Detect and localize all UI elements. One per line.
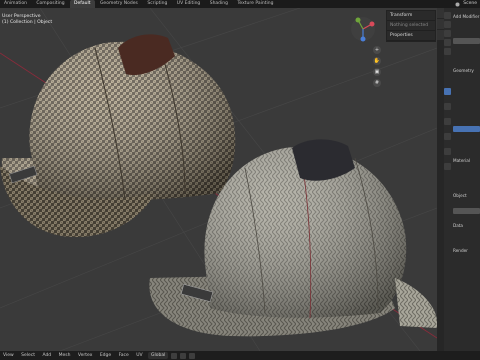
tab-texture-painting[interactable]: Texture Painting — [233, 0, 277, 8]
3d-viewport[interactable]: User Perspective (1) Collection | Object… — [0, 8, 437, 351]
viewport-header: View Select Add Mesh Vertex Edge Face UV… — [0, 351, 480, 360]
camera-icon[interactable]: ▣ — [373, 68, 381, 76]
properties-editor: Add Modifier Geometry Material Object Da… — [444, 8, 480, 351]
menu-select[interactable]: Select — [18, 351, 38, 360]
viewport-nav-tools: + ✋ ▣ # — [373, 46, 381, 90]
properties-row: Data — [453, 223, 463, 228]
hand-icon[interactable]: ✋ — [373, 57, 381, 65]
menu-face[interactable]: Face — [116, 351, 132, 360]
tool-icon[interactable] — [444, 12, 451, 19]
scene-selector[interactable]: Scene — [452, 0, 480, 8]
tab-uv-editing[interactable]: UV Editing — [173, 0, 204, 8]
transform-orientation-dropdown[interactable]: Global — [148, 352, 169, 359]
n-panel-properties[interactable]: Properties — [387, 31, 435, 41]
properties-row: Render — [453, 248, 468, 253]
world-icon[interactable] — [444, 48, 451, 55]
menu-view[interactable]: View — [0, 351, 17, 360]
material-icon[interactable] — [444, 163, 451, 170]
proportional-icon[interactable] — [189, 352, 196, 359]
side-tab-tool[interactable] — [437, 19, 444, 29]
properties-row: Geometry — [453, 68, 474, 73]
grid-icon[interactable]: # — [373, 79, 381, 87]
add-modifier-field[interactable] — [453, 38, 480, 44]
tab-default[interactable]: Default — [70, 0, 95, 8]
particles-icon[interactable] — [444, 103, 451, 110]
menu-uv[interactable]: UV — [133, 351, 145, 360]
tab-scripting[interactable]: Scripting — [143, 0, 171, 8]
n-panel: Transform Nothing selected Properties — [386, 10, 436, 42]
wrench-icon[interactable] — [444, 88, 451, 95]
properties-row: Material — [453, 158, 471, 163]
collection-label: (1) Collection | Object — [2, 20, 53, 25]
pivot-icon[interactable] — [171, 352, 178, 359]
constraints-icon[interactable] — [444, 133, 451, 140]
properties-field[interactable] — [453, 208, 480, 214]
navigation-gizmo[interactable] — [350, 16, 376, 42]
properties-row: Object — [453, 193, 467, 198]
tab-compositing[interactable]: Compositing — [32, 0, 68, 8]
side-tab-view[interactable] — [437, 30, 444, 40]
scene-icon — [455, 2, 460, 6]
tab-shading[interactable]: Shading — [206, 0, 232, 8]
workspace-tabs: Animation Compositing Default Geometry N… — [0, 0, 480, 8]
tab-geometry-nodes[interactable]: Geometry Nodes — [96, 0, 142, 8]
scene-label: Scene — [463, 1, 477, 6]
n-panel-status: Nothing selected — [387, 21, 435, 31]
menu-vertex[interactable]: Vertex — [75, 351, 95, 360]
side-tab-item[interactable] — [437, 8, 444, 18]
menu-edge[interactable]: Edge — [97, 351, 114, 360]
menu-add[interactable]: Add — [39, 351, 54, 360]
viewport-info: User Perspective (1) Collection | Object — [2, 14, 52, 26]
n-panel-transform[interactable]: Transform — [387, 11, 435, 21]
scene-props-icon[interactable] — [444, 39, 451, 46]
data-icon[interactable] — [444, 148, 451, 155]
viewport-side-tabs — [437, 8, 444, 351]
properties-row: Add Modifier — [453, 14, 480, 19]
active-field[interactable] — [453, 126, 480, 132]
tab-animation[interactable]: Animation — [0, 0, 31, 8]
menu-mesh[interactable]: Mesh — [56, 351, 74, 360]
deerstalker-hat-houndstooth — [0, 34, 236, 238]
render-icon[interactable] — [444, 21, 451, 28]
physics-icon[interactable] — [444, 118, 451, 125]
zoom-icon[interactable]: + — [373, 46, 381, 54]
viewport-scene — [0, 8, 437, 351]
header-tools: Global — [148, 352, 196, 359]
output-icon[interactable] — [444, 30, 451, 37]
magnet-icon[interactable] — [180, 352, 187, 359]
